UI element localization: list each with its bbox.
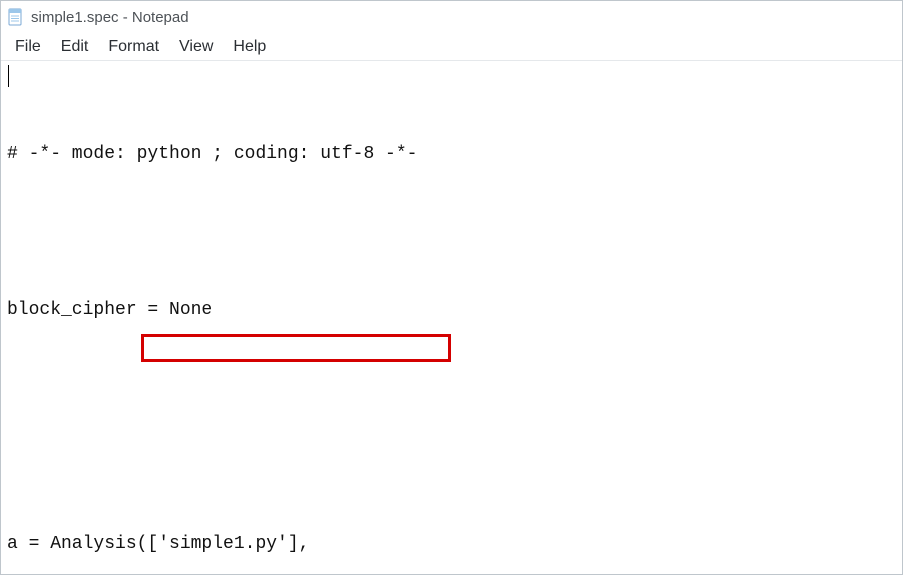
text-caret bbox=[8, 65, 9, 87]
code-line bbox=[7, 375, 896, 401]
code-line bbox=[7, 219, 896, 245]
menu-format[interactable]: Format bbox=[98, 36, 169, 58]
code-line: a = Analysis(['simple1.py'], bbox=[7, 531, 896, 557]
code-line: block_cipher = None bbox=[7, 297, 896, 323]
menubar: File Edit Format View Help bbox=[1, 33, 902, 61]
menu-file[interactable]: File bbox=[5, 36, 51, 58]
code-line: # -*- mode: python ; coding: utf-8 -*- bbox=[7, 141, 896, 167]
notepad-window: simple1.spec - Notepad File Edit Format … bbox=[0, 0, 903, 575]
menu-view[interactable]: View bbox=[169, 36, 223, 58]
notepad-icon bbox=[7, 8, 25, 26]
text-editor[interactable]: # -*- mode: python ; coding: utf-8 -*- b… bbox=[1, 61, 902, 575]
menu-help[interactable]: Help bbox=[223, 36, 276, 58]
menu-edit[interactable]: Edit bbox=[51, 36, 99, 58]
titlebar[interactable]: simple1.spec - Notepad bbox=[1, 1, 902, 33]
highlight-annotation bbox=[141, 334, 451, 362]
code-line bbox=[7, 453, 896, 479]
window-title: simple1.spec - Notepad bbox=[31, 9, 189, 26]
